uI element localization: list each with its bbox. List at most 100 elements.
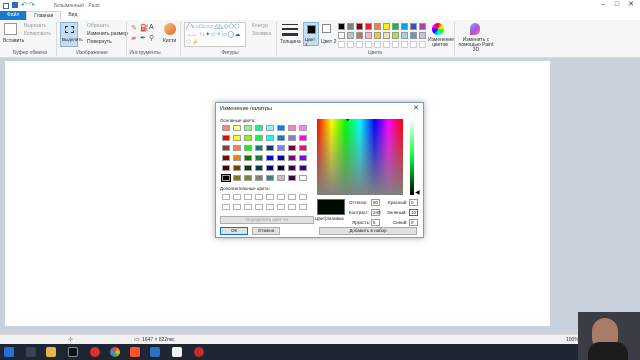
- palette-empty-swatch[interactable]: [419, 41, 426, 48]
- save-icon[interactable]: [12, 2, 18, 8]
- palette-swatch[interactable]: [374, 23, 381, 30]
- saturation-input[interactable]: 240: [371, 209, 381, 216]
- size-icon[interactable]: [282, 33, 298, 36]
- palette-swatch[interactable]: [347, 23, 354, 30]
- basic-color-swatch[interactable]: [288, 165, 296, 171]
- select-button[interactable]: Выделить: [60, 22, 83, 47]
- paint3d-button[interactable]: Изменить с помощью Paint 3D: [456, 38, 496, 53]
- record-icon[interactable]: [194, 347, 204, 357]
- palette-swatch[interactable]: [410, 23, 417, 30]
- fill-button[interactable]: Заливка: [252, 31, 271, 37]
- palette-swatch[interactable]: [365, 32, 372, 39]
- custom-color-swatch[interactable]: [288, 204, 296, 210]
- basic-color-swatch[interactable]: [266, 145, 274, 151]
- basic-color-swatch[interactable]: [299, 145, 307, 151]
- basic-color-swatch[interactable]: [255, 145, 263, 151]
- basic-color-swatch[interactable]: [255, 155, 263, 161]
- palette-swatch[interactable]: [401, 32, 408, 39]
- basic-color-swatch[interactable]: [288, 135, 296, 141]
- copy-button[interactable]: Копировать: [24, 31, 51, 37]
- basic-color-swatch[interactable]: [288, 145, 296, 151]
- brushes-icon[interactable]: [164, 23, 176, 35]
- basic-color-swatch[interactable]: [266, 135, 274, 141]
- palette-swatch[interactable]: [392, 32, 399, 39]
- blue-input[interactable]: 0: [409, 219, 418, 226]
- palette-empty-swatch[interactable]: [347, 41, 354, 48]
- file-explorer-icon[interactable]: [46, 347, 56, 357]
- palette-swatch[interactable]: [347, 32, 354, 39]
- basic-color-swatch[interactable]: [244, 145, 252, 151]
- palette-empty-swatch[interactable]: [410, 41, 417, 48]
- basic-color-swatch[interactable]: [266, 165, 274, 171]
- minimize-icon[interactable]: –: [598, 1, 608, 9]
- basic-color-swatch[interactable]: [233, 155, 241, 161]
- custom-color-swatch[interactable]: [222, 204, 230, 210]
- resize-button[interactable]: Изменить размер: [87, 31, 128, 37]
- maximize-icon[interactable]: □: [612, 1, 622, 9]
- basic-color-swatch[interactable]: [266, 155, 274, 161]
- basic-color-swatch[interactable]: [244, 165, 252, 171]
- add-to-custom-colors-button[interactable]: Добавить в набор: [319, 227, 417, 235]
- palette-empty-swatch[interactable]: [374, 41, 381, 48]
- outline-button[interactable]: Контур: [252, 23, 268, 29]
- palette-swatch[interactable]: [392, 23, 399, 30]
- palette-empty-swatch[interactable]: [392, 41, 399, 48]
- custom-color-swatch[interactable]: [277, 194, 285, 200]
- brushes-button[interactable]: Кисти: [163, 38, 176, 44]
- text-icon[interactable]: A: [149, 24, 154, 31]
- edit-colors-button[interactable]: Изменение цветов: [428, 38, 454, 48]
- paste-button[interactable]: Вставить: [3, 38, 24, 44]
- basic-color-swatch[interactable]: [244, 175, 252, 181]
- pencil-icon[interactable]: ✎: [131, 24, 137, 32]
- basic-color-swatch[interactable]: [277, 125, 285, 131]
- brave-icon[interactable]: [130, 347, 140, 357]
- basic-color-swatch[interactable]: [222, 145, 230, 151]
- basic-color-swatch[interactable]: [299, 135, 307, 141]
- paste-icon[interactable]: [4, 23, 17, 35]
- palette-empty-swatch[interactable]: [365, 41, 372, 48]
- palette-swatch[interactable]: [365, 23, 372, 30]
- basic-color-swatch[interactable]: [233, 175, 241, 181]
- edit-colors-icon[interactable]: [432, 23, 444, 35]
- custom-color-swatch[interactable]: [299, 204, 307, 210]
- tab-home[interactable]: Главная: [26, 11, 62, 20]
- basic-color-swatch[interactable]: [299, 165, 307, 171]
- basic-color-swatch[interactable]: [255, 125, 263, 131]
- basic-color-swatch[interactable]: [277, 135, 285, 141]
- custom-color-swatch[interactable]: [233, 204, 241, 210]
- palette-swatch[interactable]: [374, 32, 381, 39]
- basic-color-swatch[interactable]: [233, 135, 241, 141]
- custom-color-swatch[interactable]: [299, 194, 307, 200]
- basic-color-swatch[interactable]: [277, 155, 285, 161]
- tab-file[interactable]: Файл: [0, 11, 27, 20]
- dialog-close-icon[interactable]: ✕: [413, 104, 419, 112]
- basic-color-swatch[interactable]: [288, 175, 296, 181]
- basic-color-swatch[interactable]: [266, 125, 274, 131]
- palette-empty-swatch[interactable]: [356, 41, 363, 48]
- palette-empty-swatch[interactable]: [401, 41, 408, 48]
- define-custom-color-button[interactable]: Определить цвет >>: [220, 216, 314, 224]
- basic-color-swatch[interactable]: [244, 155, 252, 161]
- app-icon[interactable]: [150, 347, 160, 357]
- task-view-icon[interactable]: [26, 347, 36, 357]
- basic-color-swatch[interactable]: [244, 135, 252, 141]
- basic-color-swatch[interactable]: [222, 135, 230, 141]
- luminosity-slider[interactable]: [410, 119, 414, 195]
- basic-color-swatch[interactable]: [299, 155, 307, 161]
- color2-swatch[interactable]: [322, 24, 331, 33]
- basic-color-swatch[interactable]: [221, 174, 231, 182]
- start-icon[interactable]: [4, 347, 14, 357]
- palette-swatch[interactable]: [338, 32, 345, 39]
- basic-color-swatch[interactable]: [222, 165, 230, 171]
- custom-color-swatch[interactable]: [233, 194, 241, 200]
- basic-color-swatch[interactable]: [255, 175, 263, 181]
- basic-color-swatch[interactable]: [233, 145, 241, 151]
- basic-color-swatch[interactable]: [255, 135, 263, 141]
- palette-swatch[interactable]: [383, 32, 390, 39]
- basic-color-swatch[interactable]: [244, 125, 252, 131]
- custom-color-swatch[interactable]: [288, 194, 296, 200]
- basic-color-swatch[interactable]: [277, 145, 285, 151]
- fill-icon[interactable]: ⛽: [140, 24, 149, 32]
- basic-color-swatch[interactable]: [222, 155, 230, 161]
- custom-color-swatch[interactable]: [244, 204, 252, 210]
